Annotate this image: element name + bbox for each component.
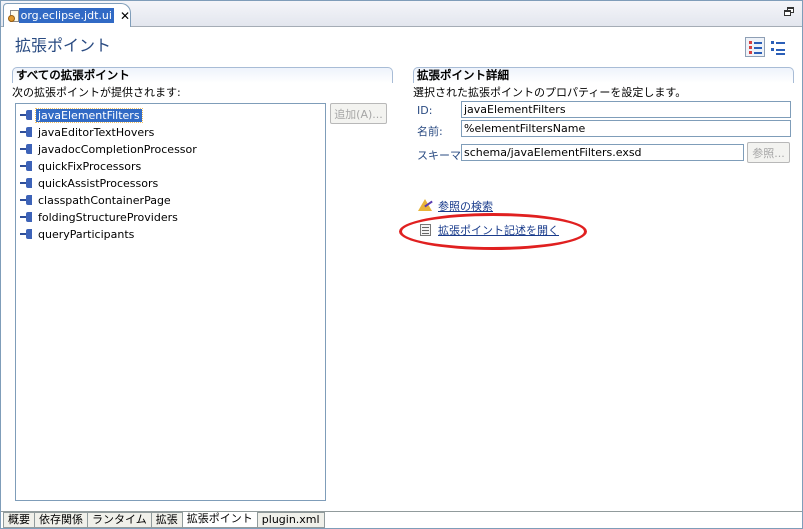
extension-point-icon [20,127,34,137]
schema-label: スキーマ: [417,149,465,162]
horizontal-layout-button[interactable] [745,37,765,57]
name-label: 名前: [417,125,443,138]
list-item[interactable]: quickAssistProcessors [20,175,160,191]
extension-point-icon [20,229,34,239]
restore-icon[interactable] [784,7,794,17]
section-header: 拡張ポイント詳細 [413,67,794,83]
editor-window: org.eclipse.jdt.ui ✕ 拡張ポイント すべての拡張ポイント 次… [0,0,803,529]
browse-button[interactable]: 参照... [747,142,790,163]
vertical-layout-button[interactable] [767,37,787,57]
list-item[interactable]: javadocCompletionProcessor [20,141,199,157]
extension-point-icon [20,144,34,154]
bottom-tab-bar: 概要 依存関係 ランタイム 拡張 拡張ポイント plugin.xml [3,512,325,528]
list-item[interactable]: foldingStructureProviders [20,209,180,225]
id-field[interactable]: javaElementFilters [461,101,791,118]
close-icon[interactable]: ✕ [120,9,130,23]
list-item[interactable]: javaElementFilters [20,107,143,123]
editor-tab-label: org.eclipse.jdt.ui [18,8,114,23]
extension-point-icon [20,161,34,171]
section-header: すべての拡張ポイント [12,67,393,83]
name-field[interactable]: %elementFiltersName [461,120,791,137]
extension-point-list[interactable]: javaElementFilters javaEditorTextHovers … [15,103,326,501]
search-icon [418,199,434,213]
extension-point-icon [20,212,34,222]
find-references-link[interactable]: 参照の検索 [438,198,493,214]
tab-extension-points[interactable]: 拡張ポイント [182,512,258,528]
extension-point-icon [20,195,34,205]
tab-extensions[interactable]: 拡張 [151,512,183,528]
section-description: 選択された拡張ポイントのプロパティーを設定します。 [413,86,687,99]
page-title: 拡張ポイント [15,36,112,55]
tab-overview[interactable]: 概要 [3,512,35,528]
list-item[interactable]: queryParticipants [20,226,136,242]
schema-field[interactable]: schema/javaElementFilters.exsd [461,144,744,161]
list-item[interactable]: classpathContainerPage [20,192,173,208]
plugin-manifest-icon [8,9,19,22]
editor-tab[interactable]: org.eclipse.jdt.ui ✕ [3,3,131,27]
tab-runtime[interactable]: ランタイム [88,512,152,528]
tab-dependencies[interactable]: 依存関係 [35,512,88,528]
editor-tabbar: org.eclipse.jdt.ui ✕ [1,1,802,27]
add-button[interactable]: 追加(A)... [330,103,387,124]
extension-point-icon [20,178,34,188]
extension-point-icon [20,110,34,120]
extension-point-details-section: 拡張ポイント詳細 選択された拡張ポイントのプロパティーを設定します。 [413,67,794,100]
all-extension-points-section: すべての拡張ポイント 次の拡張ポイントが提供されます: [12,67,393,100]
list-item[interactable]: javaEditorTextHovers [20,124,156,140]
find-references-link-row[interactable]: 参照の検索 [418,198,493,214]
highlight-ellipse [399,213,587,250]
list-item[interactable]: quickFixProcessors [20,158,143,174]
id-label: ID: [417,104,433,117]
tab-plugin-xml[interactable]: plugin.xml [257,512,325,528]
section-description: 次の拡張ポイントが提供されます: [12,86,181,99]
